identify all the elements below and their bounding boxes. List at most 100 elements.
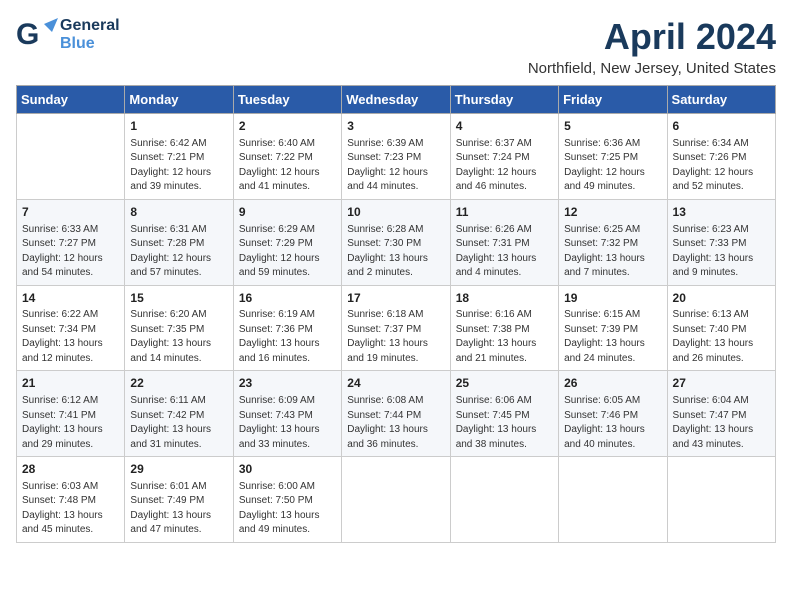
day-content: Sunrise: 6:28 AMSunset: 7:30 PMDaylight:… [347,223,444,281]
calendar-cell: 5 Sunrise: 6:36 AMSunset: 7:25 PMDaylight… [559,114,667,200]
day-header-tuesday: Tuesday [233,86,341,114]
day-number: 25 [456,375,553,392]
day-content: Sunrise: 6:29 AMSunset: 7:29 PMDaylight:… [239,223,336,281]
day-number: 9 [239,204,336,221]
calendar-cell: 10Sunrise: 6:28 AMSunset: 7:30 PMDayligh… [342,199,450,285]
calendar-cell: 3 Sunrise: 6:39 AMSunset: 7:23 PMDaylight… [342,114,450,200]
day-number: 15 [130,290,227,307]
day-number: 20 [673,290,770,307]
day-content: Sunrise: 6:19 AMSunset: 7:36 PMDaylight:… [239,308,336,366]
calendar-cell: 9 Sunrise: 6:29 AMSunset: 7:29 PMDaylight… [233,199,341,285]
calendar-cell: 2 Sunrise: 6:40 AMSunset: 7:22 PMDaylight… [233,114,341,200]
day-number: 22 [130,375,227,392]
day-content: Sunrise: 6:39 AMSunset: 7:23 PMDaylight:… [347,137,444,195]
calendar-cell [450,457,558,543]
day-content: Sunrise: 6:20 AMSunset: 7:35 PMDaylight:… [130,308,227,366]
calendar-cell: 30 Sunrise: 6:00 AMSunset: 7:50 PMDayligh… [233,457,341,543]
day-number: 24 [347,375,444,392]
day-content: Sunrise: 6:22 AMSunset: 7:34 PMDaylight:… [22,308,119,366]
day-content: Sunrise: 6:06 AMSunset: 7:45 PMDaylight:… [456,394,553,452]
day-number: 17 [347,290,444,307]
day-header-friday: Friday [559,86,667,114]
calendar-cell: 4 Sunrise: 6:37 AMSunset: 7:24 PMDaylight… [450,114,558,200]
calendar-cell: 14Sunrise: 6:22 AMSunset: 7:34 PMDayligh… [17,285,125,371]
day-content: Sunrise: 6:42 AMSunset: 7:21 PMDaylight:… [130,137,227,195]
calendar-cell: 23Sunrise: 6:09 AMSunset: 7:43 PMDayligh… [233,371,341,457]
svg-text:G: G [16,18,39,51]
day-number: 23 [239,375,336,392]
calendar-cell [17,114,125,200]
day-header-saturday: Saturday [667,86,775,114]
day-number: 13 [673,204,770,221]
day-number: 4 [456,118,553,135]
calendar-cell: 12 Sunrise: 6:25 AMSunset: 7:32 PMDayligh… [559,199,667,285]
day-header-sunday: Sunday [17,86,125,114]
day-number: 8 [130,204,227,221]
day-number: 5 [564,118,661,135]
logo: G General Blue [16,16,120,54]
day-content: Sunrise: 6:25 AMSunset: 7:32 PMDaylight:… [564,223,661,281]
calendar-cell: 13 Sunrise: 6:23 AMSunset: 7:33 PMDayligh… [667,199,775,285]
day-content: Sunrise: 6:36 AMSunset: 7:25 PMDaylight:… [564,137,661,195]
calendar-cell: 1 Sunrise: 6:42 AMSunset: 7:21 PMDaylight… [125,114,233,200]
calendar-week-1: 1 Sunrise: 6:42 AMSunset: 7:21 PMDaylight… [17,114,776,200]
calendar-cell: 28 Sunrise: 6:03 AMSunset: 7:48 PMDayligh… [17,457,125,543]
day-content: Sunrise: 6:31 AMSunset: 7:28 PMDaylight:… [130,223,227,281]
day-content: Sunrise: 6:11 AMSunset: 7:42 PMDaylight:… [130,394,227,452]
day-number: 12 [564,204,661,221]
calendar-cell: 29Sunrise: 6:01 AMSunset: 7:49 PMDayligh… [125,457,233,543]
title-block: April 2024 Northfield, New Jersey, Unite… [528,16,776,77]
day-content: Sunrise: 6:23 AMSunset: 7:33 PMDaylight:… [673,223,770,281]
day-content: Sunrise: 6:04 AMSunset: 7:47 PMDaylight:… [673,394,770,452]
calendar-cell: 19Sunrise: 6:15 AMSunset: 7:39 PMDayligh… [559,285,667,371]
day-content: Sunrise: 6:16 AMSunset: 7:38 PMDaylight:… [456,308,553,366]
calendar-cell: 27 Sunrise: 6:04 AMSunset: 7:47 PMDayligh… [667,371,775,457]
day-number: 16 [239,290,336,307]
calendar-cell: 17Sunrise: 6:18 AMSunset: 7:37 PMDayligh… [342,285,450,371]
calendar-week-5: 28 Sunrise: 6:03 AMSunset: 7:48 PMDayligh… [17,457,776,543]
day-content: Sunrise: 6:18 AMSunset: 7:37 PMDaylight:… [347,308,444,366]
day-header-thursday: Thursday [450,86,558,114]
day-number: 29 [130,461,227,478]
calendar-cell: 15Sunrise: 6:20 AMSunset: 7:35 PMDayligh… [125,285,233,371]
calendar-cell: 18Sunrise: 6:16 AMSunset: 7:38 PMDayligh… [450,285,558,371]
day-number: 30 [239,461,336,478]
calendar-cell [559,457,667,543]
calendar-cell: 21 Sunrise: 6:12 AMSunset: 7:41 PMDayligh… [17,371,125,457]
calendar-cell: 20Sunrise: 6:13 AMSunset: 7:40 PMDayligh… [667,285,775,371]
logo-icon: G [16,16,58,54]
day-content: Sunrise: 6:03 AMSunset: 7:48 PMDaylight:… [22,480,119,538]
day-header-wednesday: Wednesday [342,86,450,114]
day-content: Sunrise: 6:34 AMSunset: 7:26 PMDaylight:… [673,137,770,195]
day-content: Sunrise: 6:40 AMSunset: 7:22 PMDaylight:… [239,137,336,195]
day-content: Sunrise: 6:37 AMSunset: 7:24 PMDaylight:… [456,137,553,195]
calendar-week-4: 21 Sunrise: 6:12 AMSunset: 7:41 PMDayligh… [17,371,776,457]
day-number: 18 [456,290,553,307]
day-number: 28 [22,461,119,478]
day-number: 2 [239,118,336,135]
calendar-cell: 7Sunrise: 6:33 AMSunset: 7:27 PMDaylight… [17,199,125,285]
day-number: 21 [22,375,119,392]
day-number: 27 [673,375,770,392]
day-number: 11 [456,204,553,221]
day-header-monday: Monday [125,86,233,114]
calendar-cell: 8 Sunrise: 6:31 AMSunset: 7:28 PMDaylight… [125,199,233,285]
day-number: 6 [673,118,770,135]
calendar-cell: 6 Sunrise: 6:34 AMSunset: 7:26 PMDaylight… [667,114,775,200]
calendar-cell: 22 Sunrise: 6:11 AMSunset: 7:42 PMDayligh… [125,371,233,457]
day-number: 1 [130,118,227,135]
calendar-header-row: SundayMondayTuesdayWednesdayThursdayFrid… [17,86,776,114]
logo-line2: Blue [60,35,120,53]
calendar-cell: 25 Sunrise: 6:06 AMSunset: 7:45 PMDayligh… [450,371,558,457]
day-content: Sunrise: 6:33 AMSunset: 7:27 PMDaylight:… [22,223,119,281]
day-content: Sunrise: 6:00 AMSunset: 7:50 PMDaylight:… [239,480,336,538]
calendar-cell: 24Sunrise: 6:08 AMSunset: 7:44 PMDayligh… [342,371,450,457]
calendar-cell [342,457,450,543]
calendar-cell: 26Sunrise: 6:05 AMSunset: 7:46 PMDayligh… [559,371,667,457]
day-content: Sunrise: 6:12 AMSunset: 7:41 PMDaylight:… [22,394,119,452]
page-subtitle: Northfield, New Jersey, United States [528,60,776,77]
day-number: 19 [564,290,661,307]
day-content: Sunrise: 6:26 AMSunset: 7:31 PMDaylight:… [456,223,553,281]
day-number: 3 [347,118,444,135]
calendar-week-2: 7Sunrise: 6:33 AMSunset: 7:27 PMDaylight… [17,199,776,285]
